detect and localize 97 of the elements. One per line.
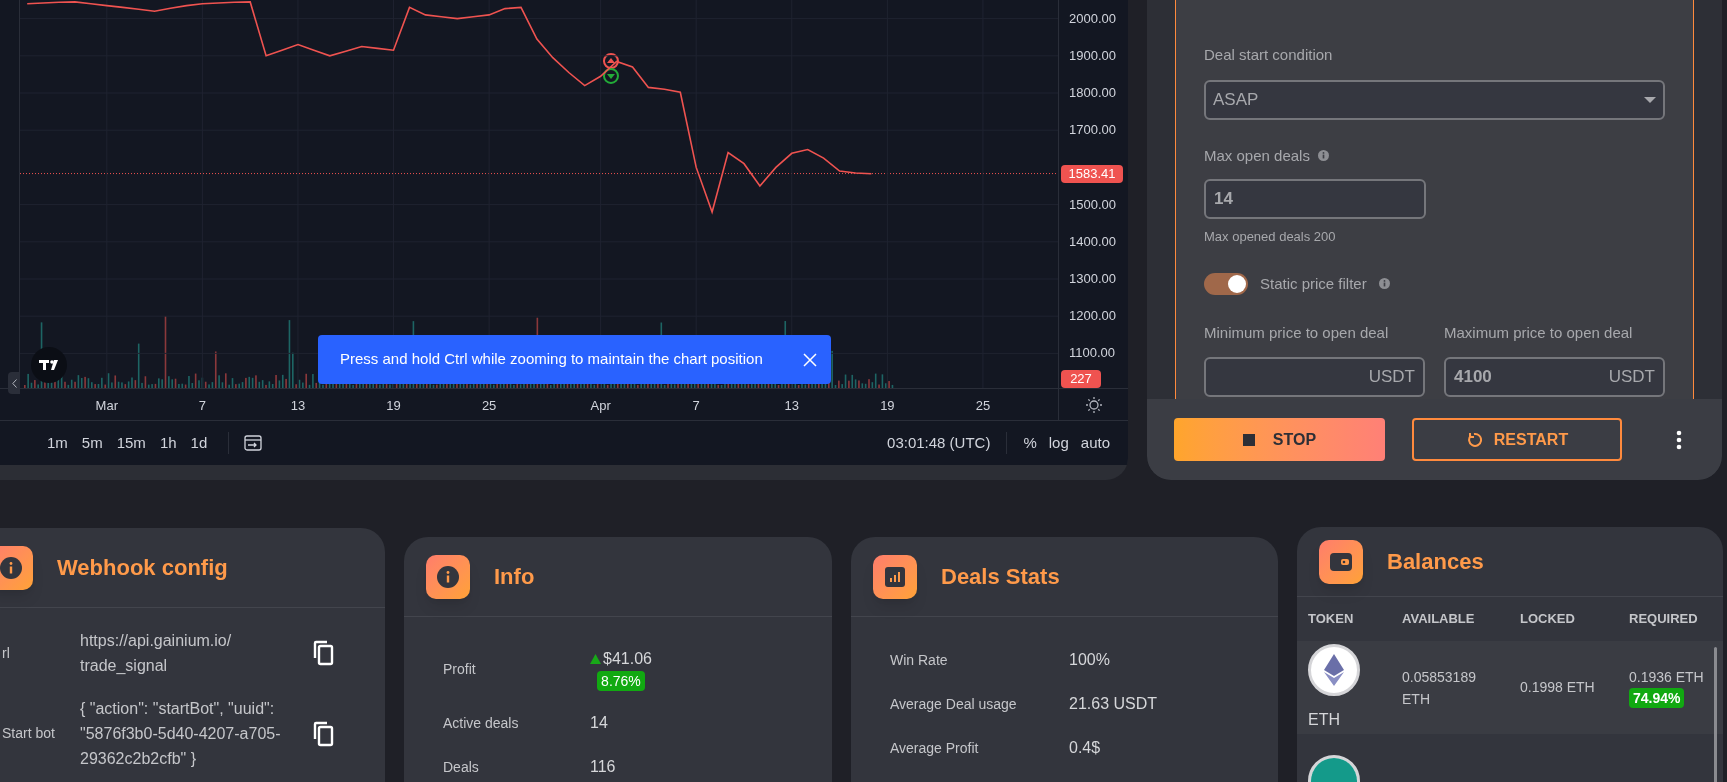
column-header: REQUIRED: [1629, 610, 1699, 629]
up-triangle-icon: [590, 654, 601, 664]
restart-icon: [1465, 431, 1482, 448]
price-axis-label: 1500.00: [1069, 196, 1116, 213]
interval-button[interactable]: 15m: [109, 428, 153, 458]
row-value: { "action": "startBot", "uuid": "5876f3b0-5d40-4207-a705-29362c2b2cfb" }: [80, 699, 282, 769]
change-badge: 8.76%: [597, 671, 645, 691]
interval-button[interactable]: 1m: [40, 428, 75, 458]
interval-button[interactable]: 5m: [74, 428, 110, 458]
interval-button[interactable]: 1d: [183, 428, 215, 458]
scale-option[interactable]: log: [1042, 428, 1075, 458]
volume-tag: 227: [1061, 370, 1101, 388]
time-axis-label: Mar: [95, 397, 118, 415]
row-value: https://api.gainium.io/ trade_signal: [80, 631, 233, 676]
stat-value: 100%: [1069, 650, 1110, 670]
interval-button[interactable]: 1h: [152, 428, 184, 458]
price-field[interactable]: USDT: [1204, 356, 1425, 397]
stat-value: 14: [590, 713, 608, 733]
stat-label: Profit: [443, 659, 477, 679]
price-field[interactable]: 4100 USDT: [1444, 356, 1665, 397]
price-axis-label: 1400.00: [1069, 233, 1116, 250]
more-menu-icon[interactable]: [1676, 429, 1682, 450]
wallet-icon: [1319, 539, 1363, 584]
field-label: Deal start condition: [1204, 45, 1334, 65]
scale-option[interactable]: auto: [1074, 428, 1116, 458]
stat-label: Active deals: [443, 713, 520, 733]
toast-message: Press and hold Ctrl while zooming to maintain the chart position: [340, 349, 763, 370]
coin-icon: [1308, 643, 1360, 696]
stat-value: 116: [590, 757, 616, 777]
close-icon[interactable]: [803, 352, 817, 367]
row-label: rl: [2, 643, 11, 663]
time-axis-label: 7: [692, 397, 700, 415]
helper-text: Max opened deals 200: [1204, 228, 1337, 246]
buy-marker-icon: [603, 67, 619, 84]
time-axis-label: 25: [481, 397, 497, 415]
stat-label: Average Profit: [890, 738, 980, 758]
info-icon: [1378, 278, 1390, 290]
card-title: Webhook config: [57, 554, 228, 582]
price-axis-label: 1300.00: [1069, 271, 1116, 287]
toggle-switch[interactable]: [1204, 272, 1248, 295]
field-label: Max open deals: [1204, 145, 1310, 166]
stop-icon: [1242, 433, 1255, 446]
info-icon: [426, 554, 470, 599]
price-axis-label: 2000.00: [1069, 10, 1116, 27]
time-axis-label: 13: [784, 397, 799, 415]
chart-icon: [873, 554, 917, 599]
calendar-icon[interactable]: [243, 433, 264, 453]
settings-icon[interactable]: [1084, 395, 1103, 414]
collapse-button[interactable]: [8, 372, 20, 394]
table-cell-text: 0.05853189 ETH: [1402, 667, 1477, 709]
logo-icon: [31, 347, 67, 383]
stat-value: 21.63 USDT: [1069, 694, 1158, 714]
time-axis-label: 7: [198, 397, 206, 415]
stat-value: 0.4$: [1069, 738, 1101, 758]
toggle-label: Static price filter: [1260, 273, 1367, 294]
clock-time[interactable]: 03:01:48 (UTC): [881, 431, 997, 455]
card-title: Info: [494, 563, 535, 591]
price-axis-label: 1800.00: [1069, 85, 1116, 101]
price-axis-label: 1900.00: [1069, 47, 1116, 64]
table-cell-text: 0.1998 ETH: [1520, 678, 1596, 698]
price-axis-label: 1200.00: [1069, 308, 1116, 325]
time-axis-label: Apr: [590, 397, 611, 415]
sell-marker-icon: [603, 53, 619, 69]
time-axis-label: 19: [386, 397, 401, 415]
price-axis-label: 1100.00: [1069, 345, 1116, 362]
dropdown-caret-icon: [1644, 96, 1656, 103]
table-cell-text: 0.1936 ETH: [1629, 668, 1704, 688]
card-title: Deals Stats: [941, 563, 1060, 591]
time-axis-label: 25: [975, 397, 991, 415]
scale-option[interactable]: %: [1017, 428, 1043, 458]
card-title: Balances: [1387, 548, 1484, 577]
column-header: TOKEN: [1308, 610, 1355, 629]
chevron-left-icon: [11, 378, 17, 388]
last-price-tag: 1583.41: [1061, 164, 1123, 183]
max-open-deals-field[interactable]: 14: [1204, 179, 1426, 219]
balance-row[interactable]: ETH 0.05853189 ETH 0.1998 ETH 0.1936 ETH 74.94%: [1297, 641, 1723, 735]
price-axis-label: 1700.00: [1069, 122, 1116, 139]
deal-start-select[interactable]: ASAP: [1204, 79, 1665, 120]
stat-label: Deals: [443, 757, 480, 777]
share-badge: 74.94%: [1629, 688, 1685, 709]
stat-label: Win Rate: [890, 650, 949, 670]
token-name: ETH: [1308, 709, 1340, 730]
column-header: LOCKED: [1520, 610, 1576, 629]
field-label: Maximum price to open deal: [1444, 323, 1634, 343]
restart-button[interactable]: RESTART: [1412, 418, 1622, 461]
time-axis-label: 19: [880, 397, 895, 415]
time-axis-label: 13: [290, 397, 306, 415]
column-header: AVAILABLE: [1402, 610, 1476, 629]
stop-button[interactable]: STOP: [1174, 418, 1385, 461]
info-icon: [1317, 150, 1329, 162]
field-label: Minimum price to open deal: [1204, 323, 1390, 343]
copy-icon[interactable]: [312, 640, 334, 666]
scrollbar[interactable]: [1714, 647, 1717, 782]
row-label: Start bot: [2, 724, 56, 743]
copy-icon[interactable]: [312, 720, 334, 747]
stat-label: Average Deal usage: [890, 694, 1018, 714]
stat-value: $41.06: [603, 649, 652, 669]
